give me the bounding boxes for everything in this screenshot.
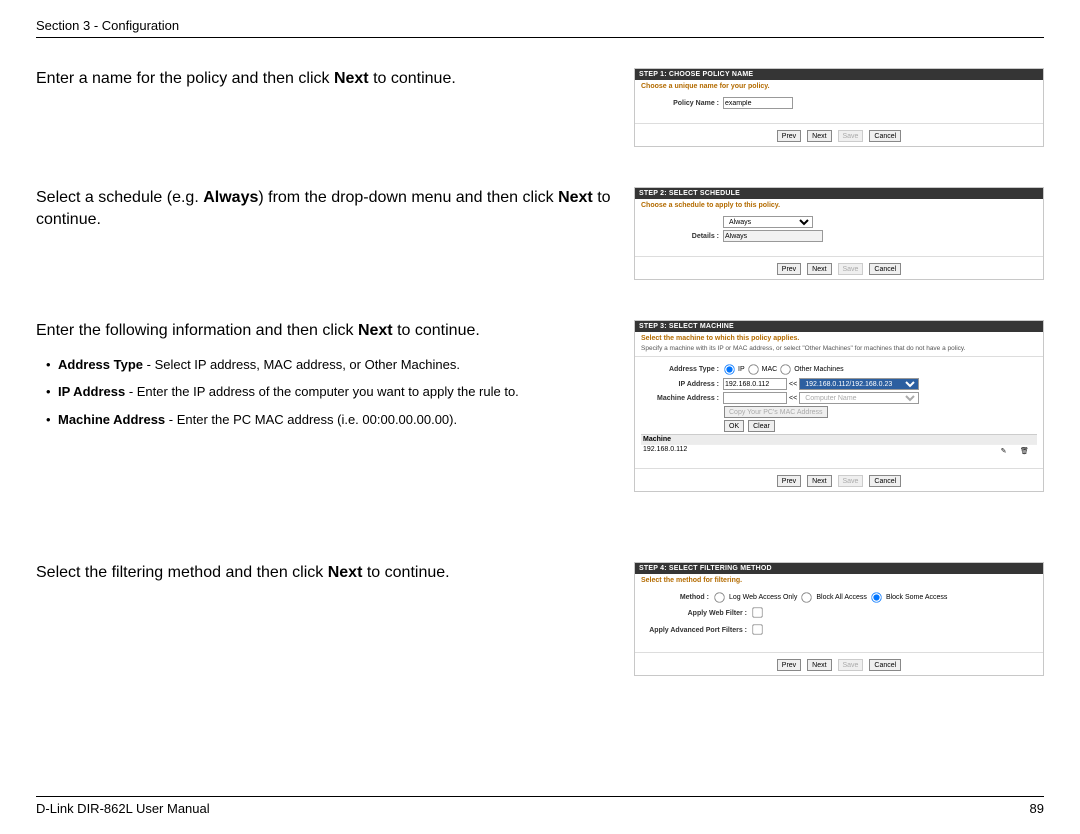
cancel-button[interactable]: Cancel xyxy=(869,475,901,487)
clear-button[interactable]: Clear xyxy=(748,420,775,432)
instr-3-post: to continue. xyxy=(393,322,480,339)
row-1: Enter a name for the policy and then cli… xyxy=(36,68,1044,147)
next-button[interactable]: Next xyxy=(807,475,831,487)
footer-page: 89 xyxy=(1030,801,1044,816)
machine-address-select[interactable]: Computer Name xyxy=(799,392,919,404)
copy-mac-button: Copy Your PC's MAC Address xyxy=(724,406,828,418)
bullet-ip-address: IP Address - Enter the IP address of the… xyxy=(48,383,626,401)
machine-address-input[interactable] xyxy=(723,392,787,404)
radio-mac-label: MAC xyxy=(762,366,778,373)
step-1-note: Choose a unique name for your policy. xyxy=(635,80,1043,93)
step-2-title: STEP 2: SELECT SCHEDULE xyxy=(635,188,1043,199)
radio-log-web-label: Log Web Access Only xyxy=(729,594,797,601)
apply-port-checkbox[interactable] xyxy=(752,624,762,634)
step-3-note: Select the machine to which this policy … xyxy=(635,332,1043,345)
prev-button[interactable]: Prev xyxy=(777,130,801,142)
step-2-note: Choose a schedule to apply to this polic… xyxy=(635,199,1043,212)
save-button: Save xyxy=(838,475,864,487)
machine-table: Machine 192.168.0.112 ✎ 🗑 xyxy=(641,434,1037,456)
step-3-title: STEP 3: SELECT MACHINE xyxy=(635,321,1043,332)
row-3: Enter the following information and then… xyxy=(36,320,1044,492)
prev-button[interactable]: Prev xyxy=(777,659,801,671)
step-3-spec: Specify a machine with its IP or MAC add… xyxy=(635,345,1043,357)
table-row: 192.168.0.112 ✎ 🗑 xyxy=(641,444,1037,456)
radio-block-some[interactable] xyxy=(871,592,881,602)
next-button[interactable]: Next xyxy=(807,130,831,142)
save-button: Save xyxy=(838,130,864,142)
schedule-select[interactable]: Always xyxy=(723,216,813,228)
header-breadcrumb: Section 3 - Configuration xyxy=(36,18,1044,38)
next-button[interactable]: Next xyxy=(807,659,831,671)
delete-icon[interactable]: 🗑 xyxy=(1020,446,1029,455)
ip-arrow: << xyxy=(789,381,797,388)
footer-manual: D-Link DIR-862L User Manual xyxy=(36,801,210,816)
ip-address-label: IP Address : xyxy=(641,381,723,388)
method-label: Method : xyxy=(641,594,713,601)
instr-4-pre: Select the filtering method and then cli… xyxy=(36,564,328,581)
machine-address-label: Machine Address : xyxy=(641,395,723,402)
next-button[interactable]: Next xyxy=(807,263,831,275)
apply-port-label: Apply Advanced Port Filters : xyxy=(641,627,751,634)
ip-address-input[interactable] xyxy=(723,378,787,390)
instruction-2: Select a schedule (e.g. Always) from the… xyxy=(36,187,626,230)
radio-other[interactable] xyxy=(780,364,790,374)
save-button: Save xyxy=(838,659,864,671)
screenshot-step-3: STEP 3: SELECT MACHINE Select the machin… xyxy=(634,320,1044,492)
instr-1-bold: Next xyxy=(334,70,369,87)
address-type-label: Address Type : xyxy=(641,366,723,373)
policy-name-input[interactable] xyxy=(723,97,793,109)
prev-button[interactable]: Prev xyxy=(777,263,801,275)
instr-2-mid: ) from the drop-down menu and then click xyxy=(258,189,558,206)
bullet-machine-address: Machine Address - Enter the PC MAC addre… xyxy=(48,411,626,429)
instruction-1: Enter a name for the policy and then cli… xyxy=(36,68,626,90)
step-4-note: Select the method for filtering. xyxy=(635,574,1043,587)
machine-row-ip: 192.168.0.112 xyxy=(643,446,993,455)
cancel-button[interactable]: Cancel xyxy=(869,263,901,275)
apply-web-checkbox[interactable] xyxy=(752,607,762,617)
radio-block-some-label: Block Some Access xyxy=(886,594,947,601)
instr-4-post: to continue. xyxy=(362,564,449,581)
instruction-4: Select the filtering method and then cli… xyxy=(36,562,626,584)
ok-button[interactable]: OK xyxy=(724,420,744,432)
machine-table-header: Machine xyxy=(641,435,1037,444)
ip-address-select[interactable]: 192.168.0.112/192.168.0.23 xyxy=(799,378,919,390)
row-2: Select a schedule (e.g. Always) from the… xyxy=(36,187,1044,280)
radio-log-web[interactable] xyxy=(714,592,724,602)
cancel-button[interactable]: Cancel xyxy=(869,659,901,671)
apply-web-label: Apply Web Filter : xyxy=(641,610,751,617)
screenshot-step-4: STEP 4: SELECT FILTERING METHOD Select t… xyxy=(634,562,1044,676)
screenshot-step-1: STEP 1: CHOOSE POLICY NAME Choose a uniq… xyxy=(634,68,1044,147)
step-1-title: STEP 1: CHOOSE POLICY NAME xyxy=(635,69,1043,80)
save-button: Save xyxy=(838,263,864,275)
radio-ip[interactable] xyxy=(724,364,734,374)
instr-3-pre: Enter the following information and then… xyxy=(36,322,358,339)
instr-1-post: to continue. xyxy=(369,70,456,87)
instr-1-pre: Enter a name for the policy and then cli… xyxy=(36,70,334,87)
footer: D-Link DIR-862L User Manual 89 xyxy=(36,796,1044,816)
step-4-title: STEP 4: SELECT FILTERING METHOD xyxy=(635,563,1043,574)
radio-block-all-label: Block All Access xyxy=(816,594,867,601)
mach-arrow: << xyxy=(789,395,797,402)
instruction-3: Enter the following information and then… xyxy=(36,320,626,438)
bullet-address-type: Address Type - Select IP address, MAC ad… xyxy=(48,356,626,374)
cancel-button[interactable]: Cancel xyxy=(869,130,901,142)
instr-3-bold: Next xyxy=(358,322,393,339)
radio-mac[interactable] xyxy=(748,364,758,374)
radio-ip-label: IP xyxy=(738,366,745,373)
row-4: Select the filtering method and then cli… xyxy=(36,562,1044,676)
radio-block-all[interactable] xyxy=(802,592,812,602)
radio-other-label: Other Machines xyxy=(794,366,843,373)
screenshot-step-2: STEP 2: SELECT SCHEDULE Choose a schedul… xyxy=(634,187,1044,280)
instr-2-bold2: Next xyxy=(558,189,593,206)
instr-2-pre: Select a schedule (e.g. xyxy=(36,189,203,206)
details-label: Details : xyxy=(641,233,723,240)
instr-4-bold: Next xyxy=(328,564,363,581)
bullet-list: Address Type - Select IP address, MAC ad… xyxy=(36,356,626,429)
policy-name-label: Policy Name : xyxy=(641,100,723,107)
details-input[interactable] xyxy=(723,230,823,242)
prev-button[interactable]: Prev xyxy=(777,475,801,487)
instr-2-bold1: Always xyxy=(203,189,258,206)
edit-icon[interactable]: ✎ xyxy=(999,446,1008,455)
